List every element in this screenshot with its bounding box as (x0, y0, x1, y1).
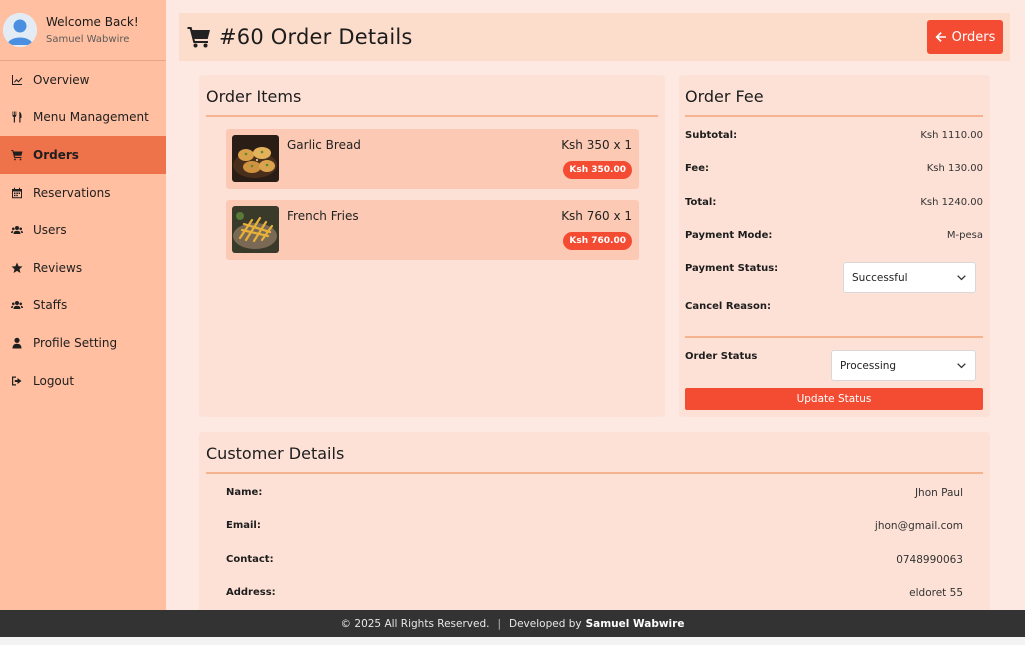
order-status-value: Processing (840, 359, 897, 372)
divider (206, 472, 983, 474)
order-items-title: Order Items (206, 87, 302, 106)
customer-contact-label: Contact: (226, 554, 274, 565)
payment-status-select[interactable]: Successful (843, 262, 976, 293)
fee-label: Fee: (685, 163, 709, 174)
page-header: #60 Order Details Orders (179, 13, 1010, 61)
subtotal-label: Subtotal: (685, 130, 738, 141)
cart-icon (10, 148, 24, 162)
item-price-qty: Ksh 760 x 1 (561, 209, 632, 223)
item-name: Garlic Bread (287, 138, 361, 152)
sidebar-item-staffs[interactable]: Staffs (0, 287, 166, 325)
total-value: Ksh 1240.00 (920, 197, 983, 208)
divider (206, 115, 658, 117)
arrow-left-icon (935, 32, 946, 42)
orders-button-label: Orders (951, 29, 996, 45)
sidebar-item-label: Users (33, 223, 67, 238)
list-item: French Fries Ksh 760 x 1 Ksh 760.00 (226, 200, 639, 260)
sidebar-item-label: Reservations (33, 185, 111, 200)
back-to-orders-button[interactable]: Orders (927, 20, 1003, 54)
footer: © 2025 All Rights Reserved. | Developed … (0, 610, 1025, 637)
users-icon (10, 298, 24, 312)
sidebar-item-profile-setting[interactable]: Profile Setting (0, 324, 166, 362)
payment-status-label: Payment Status: (685, 263, 779, 274)
profile-username: Samuel Wabwire (46, 34, 130, 45)
sidebar: Welcome Back! Samuel Wabwire Overview Me… (0, 0, 166, 610)
sidebar-item-overview[interactable]: Overview (0, 61, 166, 99)
total-label: Total: (685, 197, 717, 208)
sidebar-item-logout[interactable]: Logout (0, 362, 166, 400)
star-icon (10, 261, 24, 275)
item-price-qty: Ksh 350 x 1 (561, 138, 632, 152)
sidebar-item-reviews[interactable]: Reviews (0, 249, 166, 287)
order-fee-title: Order Fee (685, 87, 764, 106)
welcome-text: Welcome Back! (46, 15, 139, 29)
footer-developed-by: Developed by (509, 617, 582, 630)
utensils-icon (10, 110, 24, 124)
chevron-down-icon (957, 363, 966, 369)
fee-value: Ksh 130.00 (926, 163, 983, 174)
sidebar-item-label: Staffs (33, 298, 68, 313)
page-title: #60 Order Details (219, 25, 413, 49)
update-status-button[interactable]: Update Status (685, 388, 983, 410)
item-total-badge: Ksh 760.00 (563, 232, 632, 250)
customer-email-value: jhon@gmail.com (874, 520, 963, 532)
cart-icon (187, 26, 211, 48)
sidebar-item-label: Logout (33, 373, 75, 388)
divider (685, 115, 983, 117)
order-status-label: Order Status (685, 351, 758, 362)
sidebar-item-label: Orders (33, 147, 79, 162)
garlic-bread-image (232, 135, 279, 182)
footer-copyright: © 2025 All Rights Reserved. (340, 617, 490, 630)
sidebar-item-label: Menu Management (33, 110, 149, 125)
customer-details-title: Customer Details (206, 444, 345, 463)
avatar (3, 13, 37, 47)
sidebar-item-label: Profile Setting (33, 335, 118, 350)
users-icon (10, 223, 24, 237)
payment-mode-value: M-pesa (946, 230, 983, 241)
item-name: French Fries (287, 209, 359, 223)
window-bottom-edge (0, 637, 1025, 645)
sidebar-item-users[interactable]: Users (0, 211, 166, 249)
footer-developer: Samuel Wabwire (585, 617, 685, 630)
avatar-icon (3, 13, 37, 47)
divider (685, 336, 983, 338)
payment-status-value: Successful (852, 271, 908, 284)
sidebar-item-label: Reviews (33, 260, 83, 275)
chevron-down-icon (957, 275, 966, 281)
customer-address-label: Address: (226, 587, 276, 598)
customer-address-value: eldoret 55 (909, 587, 963, 599)
french-fries-image (232, 206, 279, 253)
sidebar-item-reservations[interactable]: Reservations (0, 174, 166, 212)
footer-separator: | (497, 617, 502, 630)
sidebar-item-orders[interactable]: Orders (0, 136, 166, 174)
customer-name-value: Jhon Paul (914, 487, 963, 499)
customer-contact-value: 0748990063 (896, 554, 963, 566)
item-total-badge: Ksh 350.00 (563, 161, 632, 179)
order-items-card: Order Items Garlic Bread Ksh 350 x 1 Ksh… (199, 75, 665, 417)
profile-header: Welcome Back! Samuel Wabwire (0, 0, 166, 61)
sidebar-item-label: Overview (33, 72, 90, 87)
calendar-icon (10, 186, 24, 200)
list-item: Garlic Bread Ksh 350 x 1 Ksh 350.00 (226, 129, 639, 189)
chart-line-icon (10, 73, 24, 87)
cancel-reason-label: Cancel Reason: (685, 301, 771, 312)
subtotal-value: Ksh 1110.00 (920, 130, 983, 141)
customer-details-card: Customer Details Name: Jhon Paul Email: … (199, 432, 990, 610)
sign-out-icon (10, 374, 24, 388)
customer-email-label: Email: (226, 520, 261, 531)
order-fee-card: Order Fee Subtotal: Ksh 1110.00 Fee: Ksh… (679, 75, 990, 417)
sidebar-item-menu-management[interactable]: Menu Management (0, 99, 166, 137)
payment-mode-label: Payment Mode: (685, 230, 773, 241)
order-status-select[interactable]: Processing (831, 350, 976, 381)
customer-name-label: Name: (226, 487, 263, 498)
user-icon (10, 336, 24, 350)
